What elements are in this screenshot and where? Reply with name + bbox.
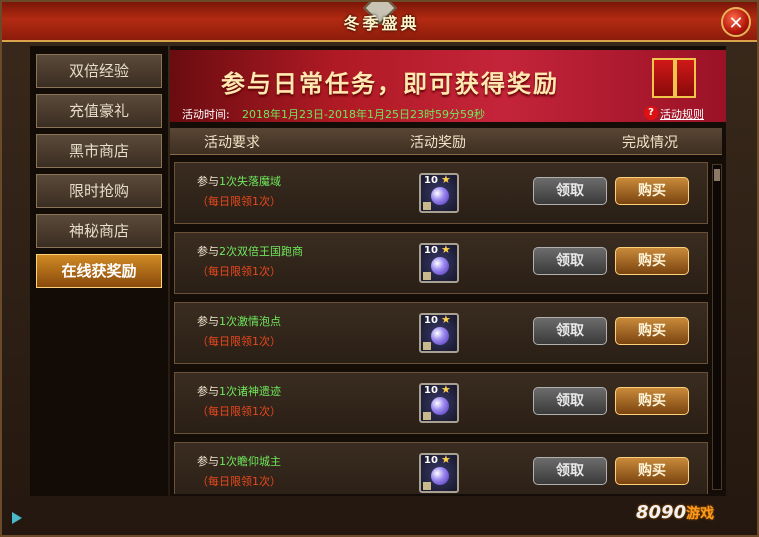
star-icon: ★ xyxy=(441,173,451,186)
lock-icon xyxy=(423,202,431,210)
table-row: 参与1次激情泡点 （每日限领1次） 10 ★ 领取 购买 xyxy=(174,302,708,364)
claim-button[interactable]: 领取 xyxy=(533,457,607,485)
reward-item[interactable]: 10 ★ xyxy=(419,173,459,213)
event-window: 冬季盛典 ✕ 双倍经验 充值豪礼 黑市商店 限时抢购 神秘商店 在线获奖励 参与… xyxy=(0,0,759,537)
buy-button[interactable]: 购买 xyxy=(615,387,689,415)
close-button[interactable]: ✕ xyxy=(721,7,751,37)
lock-icon xyxy=(423,412,431,420)
buy-button[interactable]: 购买 xyxy=(615,457,689,485)
buy-button[interactable]: 购买 xyxy=(615,317,689,345)
event-time-value: 2018年1月23日-2018年1月25日23时59分59秒 xyxy=(242,108,485,121)
table-header: 活动要求 活动奖励 完成情况 xyxy=(170,128,722,155)
daily-limit: （每日限领1次） xyxy=(197,335,281,348)
banner-title: 参与日常任务，即可获得奖励 xyxy=(221,70,559,98)
question-icon[interactable]: ? xyxy=(644,106,658,120)
sidebar-item-black-market[interactable]: 黑市商店 xyxy=(36,134,162,168)
scrollbar-thumb[interactable] xyxy=(714,169,720,181)
header-status: 完成情况 xyxy=(622,135,678,151)
daily-limit: （每日限领1次） xyxy=(197,475,281,488)
reward-item[interactable]: 10 ★ xyxy=(419,383,459,423)
event-banner: 参与日常任务，即可获得奖励 活动时间: 2018年1月23日-2018年1月25… xyxy=(170,50,726,122)
soul-orb-icon xyxy=(431,327,449,345)
lock-icon xyxy=(423,482,431,490)
star-icon: ★ xyxy=(441,453,451,466)
gift-box-icon xyxy=(652,58,696,98)
star-icon: ★ xyxy=(441,243,451,256)
sidebar-item-mystery-shop[interactable]: 神秘商店 xyxy=(36,214,162,248)
reward-item[interactable]: 10 ★ xyxy=(419,243,459,283)
main-panel: 参与日常任务，即可获得奖励 活动时间: 2018年1月23日-2018年1月25… xyxy=(170,46,726,496)
lock-icon xyxy=(423,272,431,280)
claim-button[interactable]: 领取 xyxy=(533,387,607,415)
event-rules-link[interactable]: 活动规则 xyxy=(660,106,704,122)
sidebar-item-double-exp[interactable]: 双倍经验 xyxy=(36,54,162,88)
task-text: 参与1次激情泡点 xyxy=(197,315,281,328)
claim-button[interactable]: 领取 xyxy=(533,247,607,275)
task-text: 参与1次瞻仰城主 xyxy=(197,455,281,468)
site-watermark: 8090游戏 xyxy=(636,502,715,523)
soul-orb-icon xyxy=(431,397,449,415)
header-reward: 活动奖励 xyxy=(410,135,466,151)
daily-limit: （每日限领1次） xyxy=(197,195,281,208)
claim-button[interactable]: 领取 xyxy=(533,317,607,345)
scrollbar[interactable] xyxy=(712,164,722,490)
buy-button[interactable]: 购买 xyxy=(615,247,689,275)
task-list: 参与1次失落魔域 （每日限领1次） 10 ★ 领取 购买 参与2次双倍王国跑商 （… xyxy=(170,160,710,494)
soul-orb-icon xyxy=(431,187,449,205)
table-row: 参与1次瞻仰城主 （每日限领1次） 10 ★ 领取 购买 xyxy=(174,442,708,494)
claim-button[interactable]: 领取 xyxy=(533,177,607,205)
event-time-label: 活动时间: xyxy=(182,108,230,121)
task-text: 参与1次失落魔域 xyxy=(197,175,281,188)
sidebar-item-flash-sale[interactable]: 限时抢购 xyxy=(36,174,162,208)
window-title: 冬季盛典 xyxy=(343,14,420,33)
sidebar-item-online-reward[interactable]: 在线获奖励 xyxy=(36,254,162,288)
sidebar: 双倍经验 充值豪礼 黑市商店 限时抢购 神秘商店 在线获奖励 xyxy=(30,46,168,496)
task-text: 参与2次双倍王国跑商 xyxy=(197,245,303,258)
table-row: 参与2次双倍王国跑商 （每日限领1次） 10 ★ 领取 购买 xyxy=(174,232,708,294)
header-requirement: 活动要求 xyxy=(204,135,260,151)
soul-orb-icon xyxy=(431,257,449,275)
buy-button[interactable]: 购买 xyxy=(615,177,689,205)
sidebar-item-recharge-gift[interactable]: 充值豪礼 xyxy=(36,94,162,128)
reward-item[interactable]: 10 ★ xyxy=(419,453,459,493)
task-text: 参与1次诸神遗迹 xyxy=(197,385,281,398)
corner-arrow-icon xyxy=(12,512,22,524)
reward-item[interactable]: 10 ★ xyxy=(419,313,459,353)
soul-orb-icon xyxy=(431,467,449,485)
daily-limit: （每日限领1次） xyxy=(197,265,281,278)
lock-icon xyxy=(423,342,431,350)
title-bar: 冬季盛典 xyxy=(2,2,757,42)
table-row: 参与1次诸神遗迹 （每日限领1次） 10 ★ 领取 购买 xyxy=(174,372,708,434)
daily-limit: （每日限领1次） xyxy=(197,405,281,418)
star-icon: ★ xyxy=(441,313,451,326)
table-row: 参与1次失落魔域 （每日限领1次） 10 ★ 领取 购买 xyxy=(174,162,708,224)
star-icon: ★ xyxy=(441,383,451,396)
